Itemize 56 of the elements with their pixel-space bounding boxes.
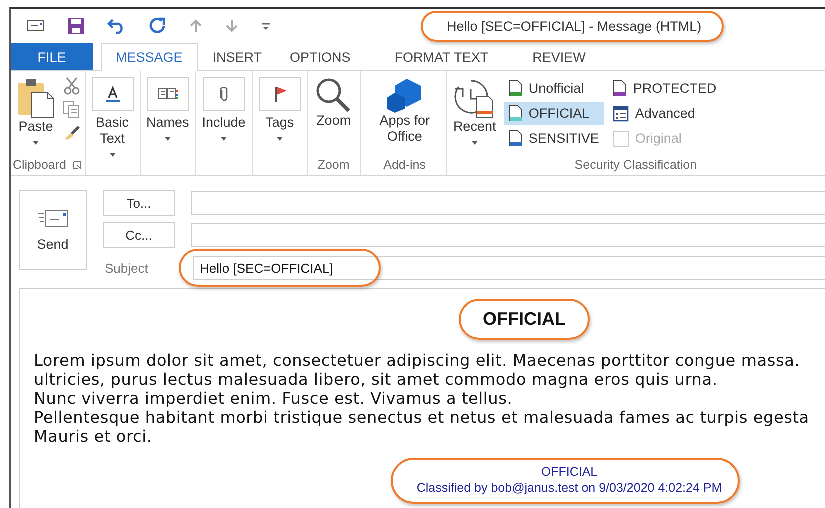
ribbon-button[interactable]: Recent xyxy=(450,75,500,153)
classification-footer-line: OFFICIAL xyxy=(541,464,598,480)
body-text-line: Pellentesque habitant morbi tristique senectus et netus et malesuada fames ac turpis egesta xyxy=(34,408,810,427)
classification-footer-line: Classified by bob@janus.test on 9/03/2020 4:02:24 PM xyxy=(416,480,722,496)
classification-option[interactable]: Advanced xyxy=(608,102,722,125)
ribbon-button[interactable]: Include xyxy=(199,75,249,149)
copy-icon[interactable] xyxy=(63,101,81,119)
document-icon xyxy=(508,130,523,147)
up-arrow-icon[interactable] xyxy=(189,19,203,33)
body-text-line: Nunc viverra imperdiet enim. Fusce est. Vivamus a tellus. xyxy=(34,389,514,408)
brush-icon[interactable] xyxy=(63,125,81,141)
document-icon xyxy=(508,105,523,122)
message-icon[interactable] xyxy=(27,20,45,32)
subject-label: Subject xyxy=(104,260,150,276)
dialog-launcher-icon[interactable] xyxy=(72,160,82,170)
ribbon-button[interactable]: Names xyxy=(144,75,192,149)
group-label: Clipboard xyxy=(13,158,67,172)
recipient-field[interactable] xyxy=(191,191,825,215)
send-button[interactable]: Send xyxy=(19,190,87,270)
list-form-icon xyxy=(613,106,630,122)
document-icon xyxy=(508,80,523,97)
ribbon-button[interactable]: Paste xyxy=(13,75,59,153)
ribbon-button[interactable]: Apps for Office xyxy=(366,75,443,147)
down-arrow-icon[interactable] xyxy=(225,19,239,33)
envelope-icon xyxy=(37,208,69,228)
recipient-button[interactable]: Cc... xyxy=(103,222,175,248)
body-text-line: Lorem ipsum dolor sit amet, consectetuer adipiscing elit. Maecenas porttitor congue massa. xyxy=(34,351,802,370)
save-icon[interactable] xyxy=(67,17,85,35)
ribbon-button[interactable]: Zoom xyxy=(310,75,357,131)
group-label: Zoom xyxy=(318,158,350,172)
classification-option[interactable]: Unofficial xyxy=(504,77,604,100)
body-text-line: ultricies, purus lectus malesuada libero, sit amet commodo magna eros quis urna. xyxy=(34,370,719,389)
recipient-button[interactable]: To... xyxy=(103,190,175,216)
ribbon-tab[interactable]: REVIEW xyxy=(520,43,599,70)
ribbon-tab[interactable]: OPTIONS xyxy=(277,43,364,70)
customize-icon[interactable] xyxy=(261,21,271,31)
classification-option[interactable]: SENSITIVE xyxy=(504,127,604,150)
recipient-field[interactable] xyxy=(191,223,825,247)
file-tab[interactable]: FILE xyxy=(11,43,93,70)
group-label: Security Classification xyxy=(574,158,698,172)
subject-field[interactable]: Hello [SEC=OFFICIAL] xyxy=(193,256,825,280)
ribbon-button[interactable]: Basic Text xyxy=(88,75,137,165)
group-label: Add-ins xyxy=(384,158,426,172)
paste-icon xyxy=(16,77,56,119)
window-title: Hello [SEC=OFFICIAL] - Message (HTML) xyxy=(443,16,706,36)
body-text-line: Mauris et orci. xyxy=(34,427,154,446)
classification-heading: OFFICIAL xyxy=(483,308,566,330)
ribbon-tab[interactable]: INSERT xyxy=(200,43,276,70)
classification-option[interactable]: PROTECTED xyxy=(608,77,722,100)
redo-icon[interactable] xyxy=(149,17,167,35)
classification-option[interactable]: OFFICIAL xyxy=(504,102,604,125)
document-icon xyxy=(613,80,628,97)
ribbon-tab[interactable]: FORMAT TEXT xyxy=(382,43,502,70)
scissors-icon[interactable] xyxy=(63,77,81,95)
ribbon-button[interactable]: Tags xyxy=(256,75,304,149)
ribbon-tab[interactable]: MESSAGE xyxy=(101,43,198,71)
